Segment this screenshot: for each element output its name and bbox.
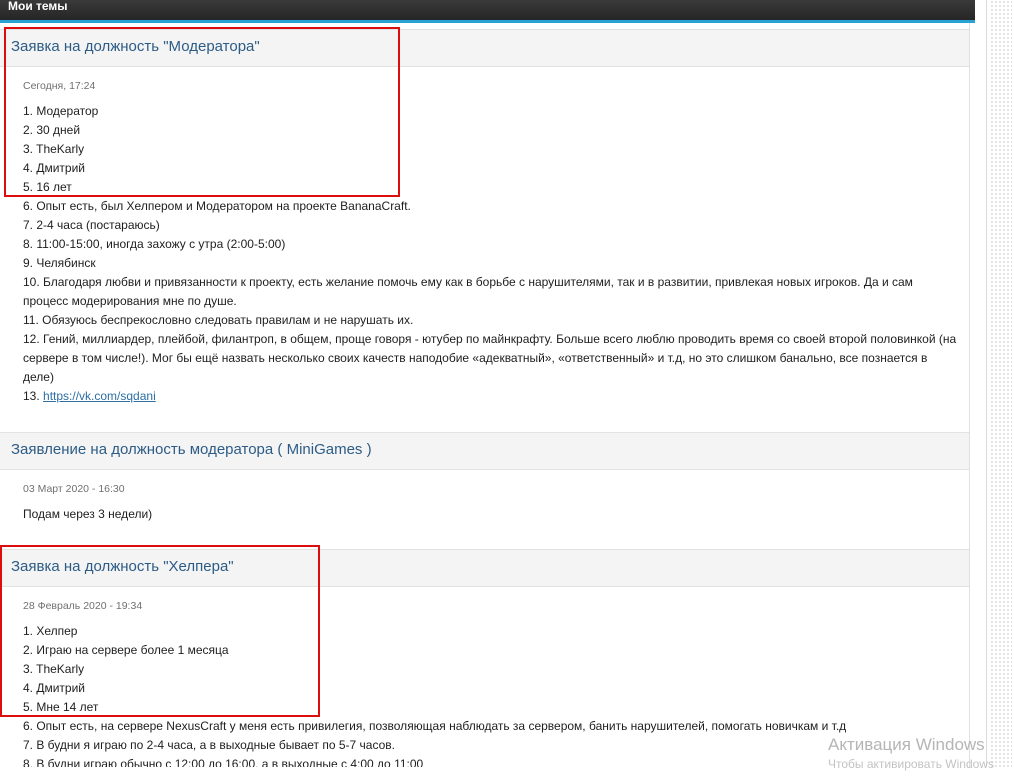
windows-activation-watermark: Активация Windows (828, 735, 985, 754)
answer-line: процесс модерирования мне по душе. (23, 294, 237, 308)
answer-line: 11. Обязуюсь беспрекословно следовать пр… (23, 313, 414, 327)
answer-line: сервере в том числе!). Мог бы ещё назват… (23, 351, 928, 365)
answer-line-link: 13. https://vk.com/sqdani (23, 387, 156, 406)
vk-profile-link[interactable]: https://vk.com/sqdani (43, 389, 156, 403)
my-topics-header[interactable]: Мои темы (8, 0, 68, 14)
answer-line: деле) (23, 370, 54, 384)
answer-line: 9. Челябинск (23, 256, 96, 270)
answer-line: 8. 11:00-15:00, иногда захожу с утра (2:… (23, 237, 286, 251)
top-bar: Мои темы (0, 0, 975, 23)
highlight-box-helper (0, 545, 320, 717)
answer-line: 6. Опыт есть, был Хелпером и Модератором… (23, 199, 411, 213)
answer-line: 10. Благодаря любви и привязанности к пр… (23, 275, 913, 289)
highlight-box-moderator (4, 27, 400, 197)
answer-line: 12. Гений, миллиардер, плейбой, филантро… (23, 332, 957, 346)
page-pattern (990, 0, 1012, 767)
column-border (969, 23, 970, 767)
answer-line: Подам через 3 недели) (23, 507, 153, 521)
answer-line: 8. В будни играю обычно с 12:00 до 16:00… (23, 757, 424, 767)
windows-activation-subtitle: Чтобы активировать Windows (828, 757, 994, 771)
page-divider (986, 0, 987, 767)
link-prefix: 13. (23, 389, 44, 403)
answer-line: 7. В будни я играю по 2-4 часа, а в выхо… (23, 738, 395, 752)
answer-line: 6. Опыт есть, на сервере NexusCraft у ме… (23, 719, 847, 733)
topic-date: 03 Март 2020 - 16:30 (23, 483, 125, 495)
topic-post: Заявление на должность модератора ( Mini… (0, 432, 969, 521)
answer-line: 7. 2-4 часа (постараюсь) (23, 218, 160, 232)
topic-title-link[interactable]: Заявление на должность модератора ( Mini… (11, 441, 372, 459)
